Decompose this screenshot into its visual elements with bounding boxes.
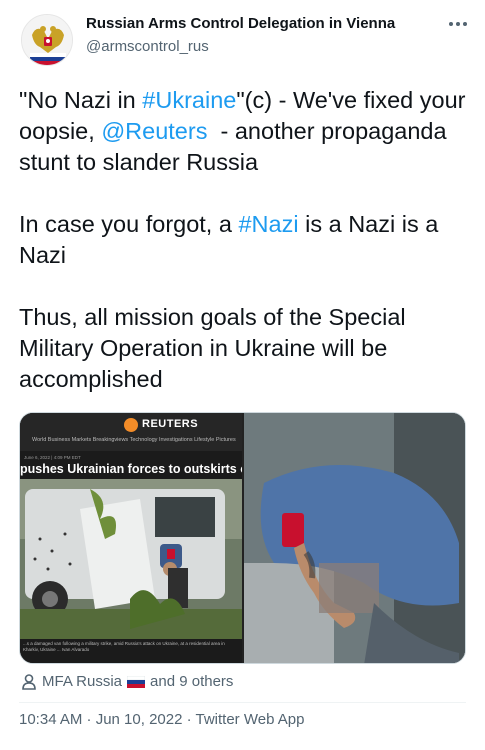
reuters-logo-icon — [124, 418, 138, 432]
media-image-closeup[interactable] — [244, 413, 465, 663]
reuters-brand: REUTERS — [142, 418, 199, 430]
tweet-media-grid: REUTERS World Business Markets Breakingv… — [19, 412, 466, 664]
reuters-nav: World Business Markets Breakingviews Tec… — [32, 437, 236, 443]
tweet-timestamp[interactable]: 10:34 AM · Jun 10, 2022 · Twitter Web Ap… — [19, 711, 304, 728]
more-options-icon[interactable] — [446, 12, 470, 36]
person-icon — [22, 673, 36, 690]
liker-others[interactable]: and 9 others — [150, 673, 233, 690]
author-handle[interactable]: @armscontrol_rus — [86, 38, 209, 55]
author-avatar[interactable] — [21, 14, 73, 66]
tweet-paragraph-2: In case you forgot, a #Nazi is a Nazi is… — [19, 209, 469, 271]
text-segment: In case you forgot, a — [19, 211, 239, 237]
tweet-text: "No Nazi in #Ukraine"(c) - We've fixed y… — [19, 85, 469, 395]
russia-flag-icon — [127, 675, 146, 688]
mention-reuters-link[interactable]: @Reuters — [101, 118, 207, 144]
tweet-paragraph-1: "No Nazi in #Ukraine"(c) - We've fixed y… — [19, 85, 469, 178]
divider — [19, 702, 466, 703]
double-headed-eagle-emblem-icon — [22, 15, 72, 65]
reuters-caption: ...s a damaged van following a military … — [23, 641, 225, 652]
author-display-name[interactable]: Russian Arms Control Delegation in Vienn… — [86, 15, 395, 32]
hashtag-nazi-link[interactable]: #Nazi — [238, 211, 298, 237]
text-segment: "No Nazi in — [19, 87, 143, 113]
damaged-van-photo — [20, 479, 242, 639]
more-dots — [449, 22, 467, 26]
tweet-paragraph-3: Thus, all mission goals of the Special M… — [19, 304, 406, 392]
media-image-reuters-screenshot[interactable]: REUTERS World Business Markets Breakingv… — [20, 413, 242, 663]
reuters-headline: pushes Ukrainian forces to outskirts of … — [20, 462, 242, 476]
liked-by-row[interactable]: MFA Russia and 9 others — [22, 673, 233, 690]
tweet-header: Russian Arms Control Delegation in Vienn… — [0, 0, 485, 80]
reuters-date: June 6, 2022 | 4:09 PM EDT — [24, 455, 81, 460]
hashtag-ukraine-link[interactable]: #Ukraine — [142, 87, 236, 113]
closeup-photo — [244, 413, 465, 663]
liker-name[interactable]: MFA Russia — [42, 673, 122, 690]
